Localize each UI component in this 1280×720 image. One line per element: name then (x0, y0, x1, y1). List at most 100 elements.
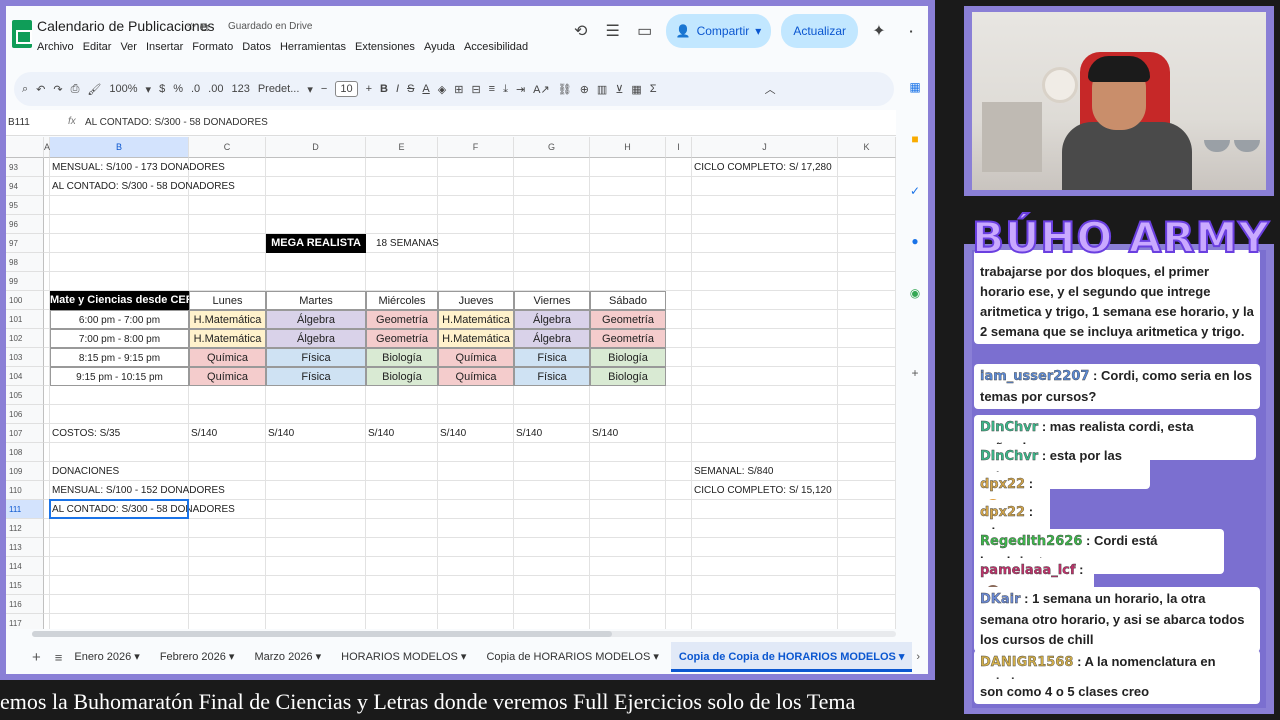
subject-cell[interactable]: Física (514, 348, 590, 367)
redo-icon[interactable]: ↷ (53, 83, 62, 96)
column-header-e[interactable]: E (366, 137, 438, 158)
percent-button[interactable]: % (173, 83, 183, 95)
row-header-95[interactable]: 95 (6, 196, 44, 215)
font-size-increase-icon[interactable]: + (366, 83, 372, 95)
cell-b107[interactable]: COSTOS: S/35 (52, 424, 120, 443)
horizontal-scrollbar[interactable] (32, 631, 896, 637)
subject-cell[interactable]: Física (514, 367, 590, 386)
time-slot[interactable]: 6:00 pm - 7:00 pm (50, 310, 189, 329)
account-avatar[interactable]: ▪ (900, 27, 922, 36)
subject-cell[interactable]: Química (189, 348, 266, 367)
subject-cell[interactable]: Química (189, 367, 266, 386)
price-cell[interactable]: S/140 (440, 424, 466, 443)
fill-color-icon[interactable]: ◈ (438, 83, 446, 96)
row-header-114[interactable]: 114 (6, 557, 44, 576)
add-icon[interactable]: + (907, 366, 923, 382)
menu-herramientas[interactable]: Herramientas (280, 41, 346, 53)
price-cell[interactable]: S/140 (368, 424, 394, 443)
select-all-corner[interactable] (6, 137, 44, 158)
subject-cell[interactable]: Álgebra (266, 310, 366, 329)
cell-j93[interactable]: CICLO COMPLETO: S/ 17,280 (694, 158, 832, 177)
chat-username[interactable]: DlnChvr (980, 449, 1039, 464)
subject-cell[interactable]: Geometría (366, 329, 438, 348)
chevron-down-icon[interactable]: ▾ (755, 24, 761, 38)
name-box[interactable]: B111 (8, 117, 30, 128)
row-header-99[interactable]: 99 (6, 272, 44, 291)
day-header[interactable]: Sábado (590, 291, 666, 310)
share-button[interactable]: 👤 Compartir ▾ (665, 14, 772, 48)
formula-input[interactable]: AL CONTADO: S/300 - 58 DONADORES (85, 117, 268, 128)
row-header-100[interactable]: 100 (6, 291, 44, 310)
chat-username[interactable]: DlnChvr (980, 420, 1039, 435)
time-slot[interactable]: 8:15 pm - 9:15 pm (50, 348, 189, 367)
star-icon[interactable]: ☆ ⧉ (186, 20, 209, 35)
tab-copia-copia-horarios[interactable]: Copia de Copia de HORARIOS MODELOS ▾ (670, 642, 913, 672)
chat-username[interactable]: DKair (980, 592, 1021, 607)
tab-marzo-2026[interactable]: Marzo 2026 ▾ (246, 642, 329, 672)
cell-b109[interactable]: DONACIONES (52, 462, 119, 481)
schedule-title[interactable]: Mate y Ciencias desde CERO (50, 291, 202, 310)
sheets-logo-icon[interactable] (12, 20, 32, 48)
chart-icon[interactable]: ▥ (597, 83, 607, 96)
cell-b93[interactable]: MENSUAL: S/100 - 173 DONADORES (52, 158, 225, 177)
cell-j110[interactable]: CICLO COMPLETO: S/ 15,120 (694, 481, 832, 500)
subject-cell[interactable]: Física (266, 367, 366, 386)
subject-cell[interactable]: H.Matemática (189, 310, 266, 329)
subject-cell[interactable]: Geometría (590, 310, 666, 329)
functions-icon[interactable]: Σ (650, 83, 657, 95)
add-sheet-icon[interactable]: + (32, 649, 41, 666)
meet-icon[interactable]: ▭ (634, 21, 656, 41)
column-header-b[interactable]: B (50, 137, 189, 158)
decrease-decimal-button[interactable]: .0 (191, 83, 200, 95)
link-icon[interactable]: ⛓ (558, 83, 572, 96)
comment-icon[interactable]: ⊕ (580, 83, 589, 96)
column-header-g[interactable]: G (514, 137, 590, 158)
menu-extensiones[interactable]: Extensiones (355, 41, 415, 53)
column-header-j[interactable]: J (692, 137, 838, 158)
undo-icon[interactable]: ↶ (36, 83, 45, 96)
tab-febrero-2026[interactable]: Febrero 2026 ▾ (152, 642, 243, 672)
day-header[interactable]: Miércoles (366, 291, 438, 310)
price-cell[interactable]: S/140 (191, 424, 217, 443)
history-icon[interactable]: ⟲ (570, 21, 592, 41)
price-cell[interactable]: S/140 (592, 424, 618, 443)
column-header-k[interactable]: K (838, 137, 896, 158)
row-header-94[interactable]: 94 (6, 177, 44, 196)
cell-b110[interactable]: MENSUAL: S/100 - 152 DONADORES (52, 481, 225, 500)
column-header-c[interactable]: C (189, 137, 266, 158)
row-header-110[interactable]: 110 (6, 481, 44, 500)
subject-cell[interactable]: Química (438, 367, 514, 386)
wrap-icon[interactable]: ⇥ (516, 83, 525, 96)
menu-insertar[interactable]: Insertar (146, 41, 183, 53)
price-cell[interactable]: S/140 (516, 424, 542, 443)
keep-icon[interactable]: ■ (907, 132, 923, 148)
row-header-97[interactable]: 97 (6, 234, 44, 253)
subject-cell[interactable]: H.Matemática (438, 310, 514, 329)
time-slot[interactable]: 9:15 pm - 10:15 pm (50, 367, 189, 386)
column-header-f[interactable]: F (438, 137, 514, 158)
gemini-icon[interactable]: ✦ (868, 21, 890, 41)
collapse-toolbar-icon[interactable]: ︿ (765, 81, 776, 97)
align-left-icon[interactable]: ≡ (489, 83, 495, 95)
column-header-i[interactable]: I (666, 137, 692, 158)
price-cell[interactable]: S/140 (268, 424, 294, 443)
subject-cell[interactable]: Álgebra (514, 310, 590, 329)
contacts-icon[interactable]: ● (907, 234, 923, 250)
valign-icon[interactable]: ⤓ (503, 83, 508, 96)
subject-cell[interactable]: Física (266, 348, 366, 367)
row-header-115[interactable]: 115 (6, 576, 44, 595)
column-header-d[interactable]: D (266, 137, 366, 158)
row-header-102[interactable]: 102 (6, 329, 44, 348)
rotate-text-icon[interactable]: A↗ (533, 83, 550, 96)
subject-cell[interactable]: Geometría (590, 329, 666, 348)
bold-icon[interactable]: B (380, 83, 388, 95)
chevron-down-icon[interactable]: ▾ (307, 83, 313, 96)
text-color-icon[interactable]: A (422, 83, 429, 95)
row-header-109[interactable]: 109 (6, 462, 44, 481)
update-button[interactable]: Actualizar (781, 14, 858, 48)
day-header[interactable]: Jueves (438, 291, 514, 310)
row-header-112[interactable]: 112 (6, 519, 44, 538)
tab-copia-horarios[interactable]: Copia de HORARIOS MODELOS ▾ (478, 642, 666, 672)
strikethrough-icon[interactable]: S (407, 83, 414, 95)
day-header[interactable]: Viernes (514, 291, 590, 310)
